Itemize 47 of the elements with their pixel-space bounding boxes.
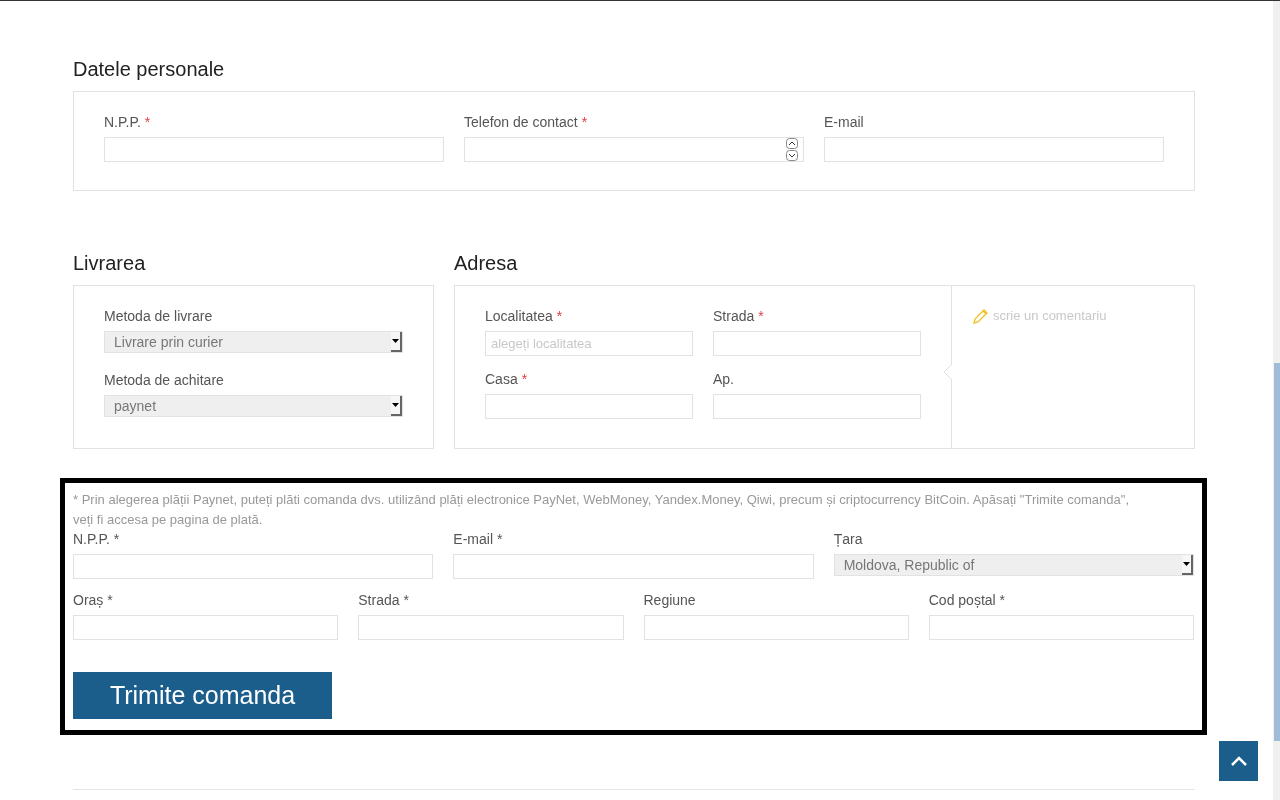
input-field[interactable] xyxy=(713,394,921,419)
dropdown[interactable]: Moldova, Republic of xyxy=(833,554,1194,576)
input-field[interactable] xyxy=(104,137,444,162)
field-label: N.P.P. * xyxy=(73,530,120,548)
input-field[interactable] xyxy=(464,137,804,162)
dropdown[interactable]: paynet xyxy=(104,395,403,417)
input-field[interactable] xyxy=(713,331,921,356)
field-label: Regiune xyxy=(643,591,696,609)
input-field[interactable] xyxy=(928,615,1194,640)
input-field[interactable] xyxy=(73,554,434,579)
required-asterisk: * xyxy=(144,113,151,131)
scrollbar-thumb[interactable] xyxy=(1274,363,1280,741)
spinner-icon[interactable] xyxy=(786,138,798,161)
field-label: N.P.P. xyxy=(104,113,141,131)
field-label: E-mail xyxy=(824,113,864,131)
input-field[interactable] xyxy=(358,615,624,640)
input-field[interactable] xyxy=(485,394,693,419)
required-asterisk: * xyxy=(758,307,764,325)
field-label: Oraș * xyxy=(73,591,113,609)
input-field[interactable] xyxy=(73,615,339,640)
field-label: E-mail * xyxy=(453,530,503,548)
field-label: Țara xyxy=(833,530,863,548)
field-label: Metoda de livrare xyxy=(104,307,213,325)
input-field[interactable] xyxy=(824,137,1164,162)
field-label: Strada * xyxy=(358,591,409,609)
submit-button[interactable]: Trimite comanda xyxy=(73,672,332,719)
required-asterisk: * xyxy=(581,113,588,131)
payment-note: * Prin alegerea plății Paynet, puteți plăti comanda dvs. utilizând plăți electronice PayNet, WebMoney, Yandex.Money, Qiwi, precum și criptocurrency BitCoin. Apăsați "Trimite comanda", veți fi accesa pe pagina de plată. xyxy=(73,491,1130,529)
scroll-to-top-button[interactable] xyxy=(1219,741,1258,781)
input-field[interactable] xyxy=(453,554,814,579)
field-label: Metoda de achitare xyxy=(104,371,224,389)
pencil-icon xyxy=(972,307,990,325)
field-label: Casa xyxy=(485,370,518,388)
field-label: Cod poștal * xyxy=(928,591,1006,609)
section-title: Livrarea xyxy=(73,251,147,276)
required-asterisk: * xyxy=(556,307,563,325)
field-label: Localitatea xyxy=(485,307,553,325)
field-label: Strada xyxy=(713,307,755,325)
dropdown[interactable]: Livrare prin curier xyxy=(104,331,403,353)
field-label: Telefon de contact xyxy=(464,113,578,131)
section-title: Adresa xyxy=(454,251,519,276)
required-asterisk: * xyxy=(521,370,528,388)
input-field[interactable] xyxy=(643,615,909,640)
scrollbar[interactable] xyxy=(1273,1,1280,800)
chevron-up-icon xyxy=(1229,755,1248,767)
section-title: Datele personale xyxy=(73,57,226,82)
field-label: Ap. xyxy=(713,370,734,388)
